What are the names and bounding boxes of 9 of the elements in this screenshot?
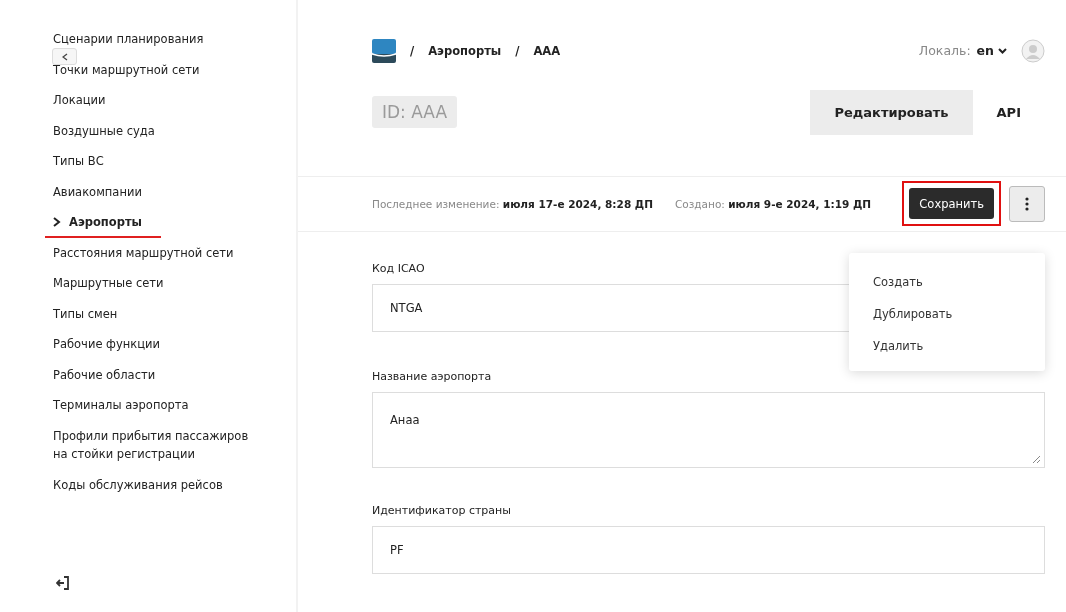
field-label: Название аэропорта — [372, 370, 493, 383]
id-badge: ID: AAA — [372, 96, 458, 129]
field-label: Код ICAO — [372, 262, 426, 275]
breadcrumb-separator: / — [515, 43, 520, 58]
locale-label: Локаль: — [918, 43, 971, 59]
field-label: Идентификатор страны — [372, 504, 512, 517]
meta-text: Последнее изменение: июля 17-е 2024, 8:28 ДП — [372, 197, 653, 210]
meta-text: Создано: июля 9-е 2024, 1:19 ДП — [675, 197, 872, 210]
breadcrumb-separator: / — [410, 43, 415, 58]
